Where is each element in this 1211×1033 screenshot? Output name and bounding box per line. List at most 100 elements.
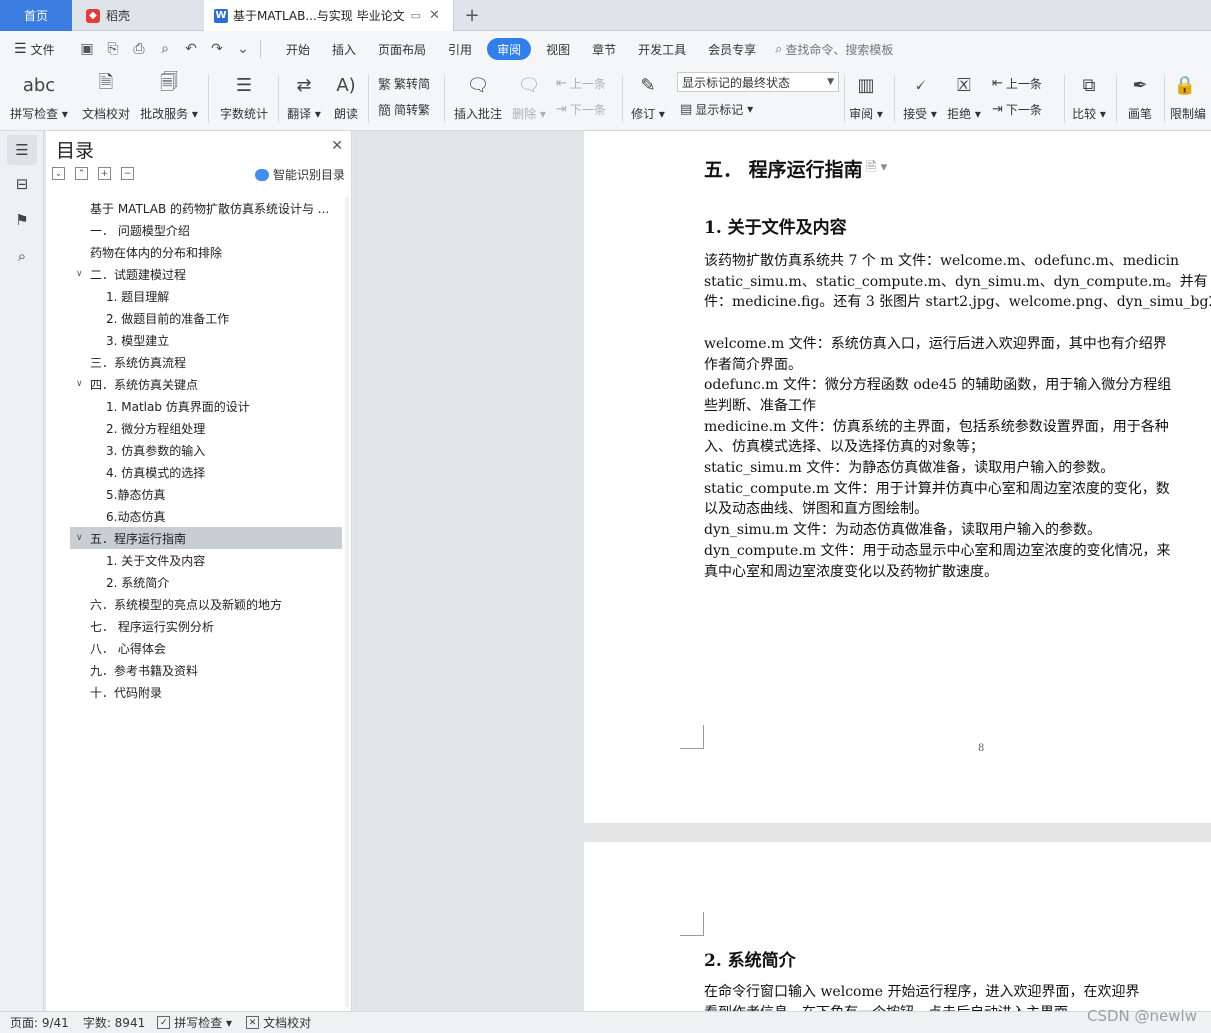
ribbon-tab-5[interactable]: 视图 (535, 38, 581, 60)
compare-button[interactable]: ⧉ 比较 ▾ (1070, 69, 1108, 129)
tab-document-label: 基于MATLAB...与实现 毕业论文 (233, 9, 405, 23)
insert-comment-icon: 🗨 (466, 74, 490, 96)
toc-item[interactable]: 4. 仿真模式的选择 (46, 461, 346, 483)
chevron-down-icon[interactable]: ∨ (76, 379, 83, 389)
ribbon-tab-3[interactable]: 引用 (437, 38, 483, 60)
toc-item[interactable]: 6.动态仿真 (46, 505, 346, 527)
new-tab-button[interactable]: + (460, 0, 484, 31)
review-pane-button[interactable]: ▥ 审阅 ▾ (848, 69, 884, 129)
show-markup-button[interactable]: ▤ 显示标记 ▾ (680, 99, 753, 119)
chevron-down-icon[interactable]: ∨ (76, 269, 83, 279)
page-options-icon[interactable]: 🗎 ▾ (866, 158, 887, 180)
toc-item[interactable]: 六．系统模型的亮点以及新颖的地方 (46, 593, 346, 615)
toc-item[interactable]: ∨ 四．系统仿真关键点 (46, 373, 346, 395)
ribbon-tab-0[interactable]: 开始 (275, 38, 321, 60)
ribbon-tab-2[interactable]: 页面布局 (367, 38, 437, 60)
toc-item-label: 药物在体内的分布和排除 (90, 245, 223, 260)
toc-item[interactable]: 基于 MATLAB 的药物扩散仿真系统设计与 ... (46, 197, 346, 219)
close-tab-icon[interactable]: ✕ (429, 8, 440, 23)
word-count-indicator[interactable]: 字数: 8941 (83, 1014, 145, 1031)
minimize-tab-icon[interactable]: ▭ (411, 9, 421, 22)
toc-item[interactable]: 3. 模型建立 (46, 329, 346, 351)
toc-item[interactable]: 2. 微分方程组处理 (46, 417, 346, 439)
toc-item[interactable]: 1. Matlab 仿真界面的设计 (46, 395, 346, 417)
reject-change-button[interactable]: 🗵 拒绝 ▾ (946, 69, 982, 129)
tab-daoke[interactable]: ◆ 稻壳 (74, 0, 202, 31)
translate-button[interactable]: ⇄ 翻译 ▾ (286, 69, 322, 129)
print-icon[interactable]: ⎙ (130, 41, 148, 57)
command-search[interactable]: ⌕ 查找命令、搜索模板 (775, 41, 893, 58)
next-change-button[interactable]: ⇥ 下一条 (992, 99, 1042, 119)
add-heading-icon[interactable]: + (98, 167, 111, 180)
toc-item[interactable]: 3. 仿真参数的输入 (46, 439, 346, 461)
toc-item[interactable]: 1. 关于文件及内容 (46, 549, 346, 571)
tab-home[interactable]: 首页 (0, 0, 72, 31)
prev-comment-button[interactable]: ⇤ 上一条 (556, 73, 606, 93)
close-icon[interactable]: ✕ (331, 138, 343, 154)
ai-robot-icon (254, 168, 269, 181)
toc-item[interactable]: 三．系统仿真流程 (46, 351, 346, 373)
toc-item[interactable]: 1. 题目理解 (46, 285, 346, 307)
toc-panel-icon[interactable]: ☰ (7, 135, 37, 165)
toc-item[interactable]: 2. 做题目前的准备工作 (46, 307, 346, 329)
ribbon-tab-7[interactable]: 开发工具 (627, 38, 697, 60)
page-indicator[interactable]: 页面: 9/41 (10, 1014, 69, 1031)
toc-item[interactable]: 八． 心得体会 (46, 637, 346, 659)
save-icon[interactable]: ▣ (78, 41, 96, 57)
next-comment-button[interactable]: ⇥ 下一条 (556, 99, 606, 119)
markup-state-select[interactable]: 显示标记的最终状态 ▼ (677, 72, 839, 92)
chapter-nav-icon[interactable]: ⊟ (7, 169, 37, 199)
prev-change-button[interactable]: ⇤ 上一条 (992, 73, 1042, 93)
redo-icon[interactable]: ↷ (208, 41, 226, 57)
expand-all-icon[interactable]: ⌄ (52, 167, 65, 180)
search-icon[interactable]: ⌕ (7, 241, 37, 271)
toc-item-label: 九．参考书籍及资料 (90, 663, 199, 678)
toc-item[interactable]: 十．代码附录 (46, 681, 346, 703)
toc-scrollbar[interactable] (345, 197, 349, 1007)
accept-change-button[interactable]: 🗸 接受 ▾ (902, 69, 938, 129)
toc-item[interactable]: 2. 系统简介 (46, 571, 346, 593)
spell-check-button[interactable]: abc 拼写检查 ▾ (10, 69, 68, 129)
undo-icon[interactable]: ↶ (182, 41, 200, 57)
remove-heading-icon[interactable]: − (121, 167, 134, 180)
body-line: dyn_simu.m 文件：为动态仿真做准备，读取用户输入的参数。 (704, 522, 1102, 539)
plus-icon: + (464, 5, 480, 26)
annotate-service-button[interactable]: 🗐 批改服务 ▾ (140, 69, 198, 129)
search-icon: ⌕ (775, 41, 783, 57)
chevron-down-icon[interactable]: ∨ (76, 533, 83, 543)
file-menu[interactable]: ☰ 文件 (0, 41, 72, 58)
ribbon-tab-1[interactable]: 插入 (321, 38, 367, 60)
ribbon-tab-6[interactable]: 章节 (581, 38, 627, 60)
toc-item[interactable]: 七． 程序运行实例分析 (46, 615, 346, 637)
print-preview-icon[interactable]: ⌕ (156, 41, 174, 57)
track-changes-button[interactable]: ✎ 修订 ▾ (630, 69, 666, 129)
bookmark-icon[interactable]: ⚑ (7, 205, 37, 235)
toc-item[interactable]: 九．参考书籍及资料 (46, 659, 346, 681)
ribbon-tab-8[interactable]: 会员专享 (697, 38, 767, 60)
simp-to-trad-button[interactable]: 簡简转繁 (378, 99, 430, 119)
customize-dropdown-icon[interactable]: ⌄ (234, 41, 252, 57)
status-doc-check[interactable]: ✕ 文档校对 (246, 1014, 311, 1031)
ribbon-tab-4[interactable]: 审阅 (487, 38, 532, 60)
toc-item[interactable]: 5.静态仿真 (46, 483, 346, 505)
toc-item-label: 五．程序运行指南 (90, 531, 187, 546)
doc-check-button[interactable]: 🗎 文档校对 (80, 69, 132, 129)
ribbon-separator (444, 75, 445, 123)
pen-button[interactable]: ✒ 画笔 (1122, 69, 1158, 129)
insert-comment-button[interactable]: 🗨 插入批注 (452, 69, 504, 129)
smart-toc-button[interactable]: 智能识别目录 (254, 166, 345, 183)
export-pdf-icon[interactable]: ⎘ (104, 41, 122, 57)
trad-to-simp-button[interactable]: 繁繁转简 (378, 73, 430, 93)
delete-comment-button[interactable]: 🗨 删除 ▾ (510, 69, 548, 129)
toc-item[interactable]: ∨ 五．程序运行指南 (70, 527, 342, 549)
toc-item[interactable]: 一． 问题模型介绍 (46, 219, 346, 241)
tab-document[interactable]: W 基于MATLAB...与实现 毕业论文 ▭ ✕ (204, 0, 454, 31)
toc-item-label: 2. 微分方程组处理 (106, 421, 206, 436)
collapse-all-icon[interactable]: ⌃ (75, 167, 88, 180)
toc-item[interactable]: 药物在体内的分布和排除 (46, 241, 346, 263)
restrict-editing-button[interactable]: 🔒 限制编 (1170, 69, 1210, 129)
toc-item[interactable]: ∨ 二．试题建模过程 (46, 263, 346, 285)
read-aloud-button[interactable]: A) 朗读 (330, 69, 362, 129)
word-count-button[interactable]: ☰ 字数统计 (218, 69, 270, 129)
status-spell-check[interactable]: ✓ 拼写检查 ▾ (157, 1014, 232, 1031)
